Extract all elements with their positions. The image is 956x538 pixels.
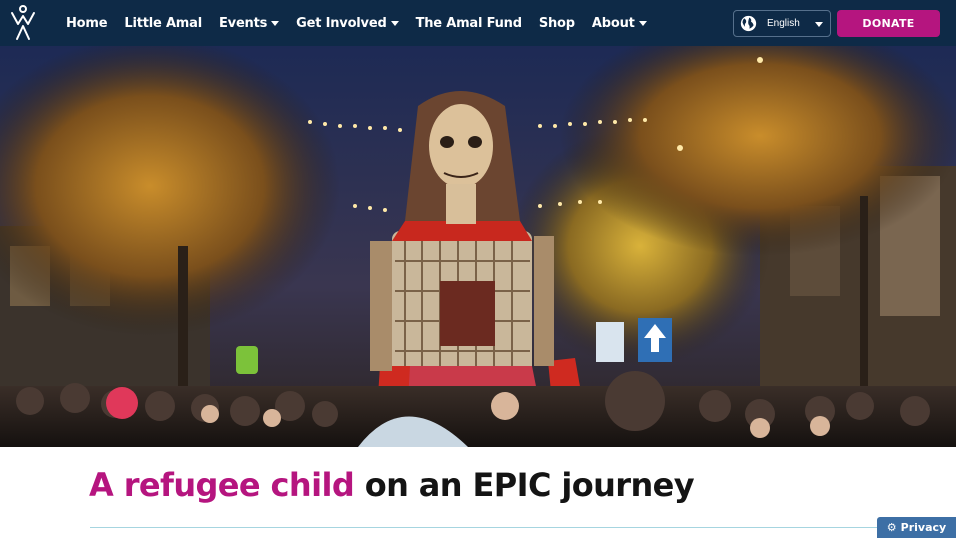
nav-events-label: Events — [218, 15, 268, 31]
nav-get-involved-label: Get Involved — [296, 15, 387, 31]
nav-shop-label: Shop — [538, 15, 575, 31]
nav-little-amal[interactable]: Little Amal — [124, 16, 202, 31]
privacy-label: Privacy — [900, 521, 947, 534]
headline-accent: A refugee child — [89, 466, 355, 504]
top-navigation: Home Little Amal Events Get Involved The… — [0, 0, 956, 46]
nav-about[interactable]: About — [592, 16, 647, 31]
globe-icon — [740, 15, 757, 32]
privacy-button[interactable]: ⚙ Privacy — [877, 517, 956, 538]
hero-image — [0, 46, 956, 447]
headline-rest: on an EPIC journey — [354, 466, 695, 504]
chevron-down-icon — [815, 22, 823, 27]
little-amal-puppet-photo — [0, 46, 956, 447]
nav-shop[interactable]: Shop — [539, 16, 575, 31]
main-menu: Home Little Amal Events Get Involved The… — [66, 0, 664, 46]
nav-little-amal-label: Little Amal — [124, 15, 202, 31]
walk-with-amal-logo-icon[interactable] — [10, 5, 36, 41]
chevron-down-icon — [271, 21, 280, 26]
nav-home[interactable]: Home — [66, 15, 108, 31]
page-headline: A refugee child on an EPIC journey — [89, 466, 695, 504]
language-select[interactable]: English — [733, 10, 831, 37]
chevron-down-icon — [638, 21, 647, 26]
nav-about-label: About — [591, 15, 635, 31]
chevron-down-icon — [390, 21, 399, 26]
nav-events[interactable]: Events — [218, 15, 280, 31]
language-label: English — [767, 18, 800, 29]
nav-amal-fund[interactable]: The Amal Fund — [416, 16, 522, 31]
nav-get-involved[interactable]: Get Involved — [296, 15, 399, 31]
nav-home-label: Home — [66, 15, 108, 31]
gear-icon: ⚙ — [886, 521, 897, 534]
nav-amal-fund-label: The Amal Fund — [415, 15, 522, 31]
donate-button[interactable]: DONATE — [837, 10, 940, 37]
section-divider — [90, 527, 890, 528]
